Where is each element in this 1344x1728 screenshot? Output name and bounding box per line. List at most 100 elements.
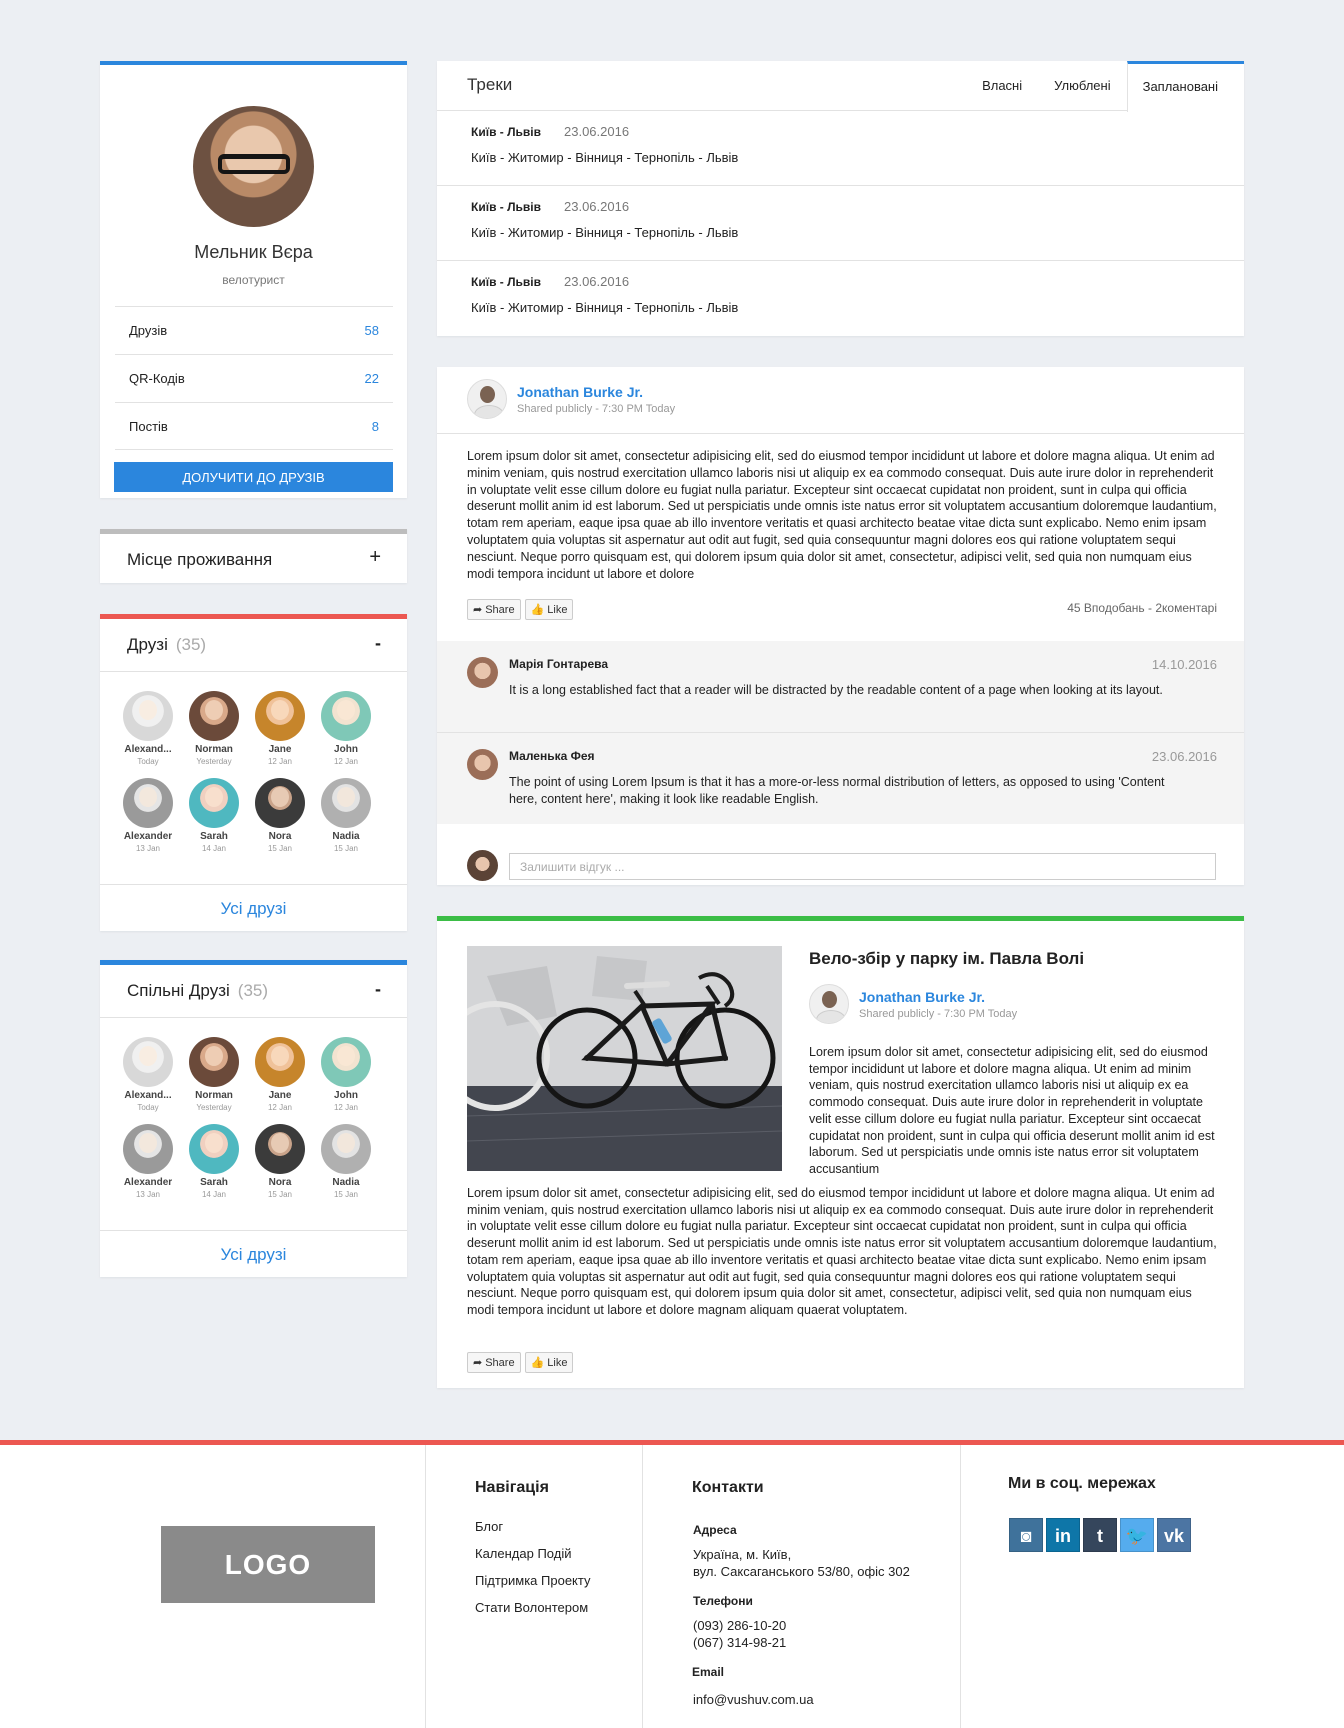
track-item[interactable]: Київ - Львів 23.06.2016 Київ - Житомир -… bbox=[437, 261, 1244, 336]
author-avatar[interactable] bbox=[809, 984, 849, 1024]
author-name[interactable]: Jonathan Burke Jr. bbox=[859, 989, 1017, 1005]
comment: Марія Гонтарева 14.10.2016 It is a long … bbox=[437, 641, 1244, 733]
author-avatar[interactable] bbox=[467, 379, 507, 419]
friend-avatar[interactable] bbox=[255, 1037, 305, 1087]
friend-item[interactable]: Nadia 15 Jan bbox=[313, 1124, 379, 1199]
bicycle-photo[interactable] bbox=[467, 946, 782, 1171]
comment-input[interactable] bbox=[509, 853, 1216, 880]
nav-link-volunteer[interactable]: Стати Волонтером bbox=[475, 1600, 590, 1627]
share-button[interactable]: ➦ Share bbox=[467, 1352, 521, 1373]
commenter-avatar[interactable] bbox=[467, 657, 498, 688]
tab-own[interactable]: Власні bbox=[966, 61, 1038, 111]
friend-name: Alexand... bbox=[124, 744, 172, 755]
friend-item[interactable]: Sarah 14 Jan bbox=[181, 1124, 247, 1199]
logo[interactable]: LOGO bbox=[161, 1526, 375, 1603]
tumblr-icon[interactable]: t bbox=[1083, 1518, 1117, 1552]
nav-link-support[interactable]: Підтримка Проекту bbox=[475, 1573, 590, 1600]
profile-avatar[interactable] bbox=[193, 106, 314, 227]
divider bbox=[437, 433, 1244, 434]
friend-avatar[interactable] bbox=[189, 778, 239, 828]
collapse-minus-icon[interactable]: - bbox=[375, 979, 381, 1000]
stat-qr-codes[interactable]: QR-Кодів 22 bbox=[115, 354, 393, 402]
friend-date: 12 Jan bbox=[333, 1103, 359, 1112]
friends-count: (35) bbox=[175, 635, 207, 654]
friend-item[interactable]: Alexand... Today bbox=[115, 1037, 181, 1112]
friend-avatar[interactable] bbox=[123, 1124, 173, 1174]
location-card[interactable]: Місце проживання + bbox=[100, 529, 407, 583]
friend-avatar[interactable] bbox=[321, 691, 371, 741]
friend-item[interactable]: Alexander 13 Jan bbox=[115, 1124, 181, 1199]
friend-date: 15 Jan bbox=[267, 844, 293, 853]
all-common-friends-link[interactable]: Усі друзі bbox=[100, 1230, 407, 1277]
add-friend-button[interactable]: ДОЛУЧИТИ ДО ДРУЗІВ bbox=[114, 462, 393, 492]
event-title[interactable]: Вело-збір у парку ім. Павла Волі bbox=[809, 949, 1084, 969]
share-button[interactable]: ➦ Share bbox=[467, 599, 521, 620]
track-item[interactable]: Київ - Львів 23.06.2016 Київ - Житомир -… bbox=[437, 186, 1244, 261]
friend-date: 12 Jan bbox=[267, 1103, 293, 1112]
friend-name: Nadia bbox=[332, 831, 360, 842]
friend-item[interactable]: John 12 Jan bbox=[313, 691, 379, 766]
phone2[interactable]: (067) 314-98-21 bbox=[693, 1634, 786, 1651]
friend-avatar[interactable] bbox=[321, 1037, 371, 1087]
like-button[interactable]: 👍 Like bbox=[524, 1352, 574, 1373]
friend-avatar[interactable] bbox=[123, 1037, 173, 1087]
like-button[interactable]: 👍 Like bbox=[524, 599, 574, 620]
friend-avatar[interactable] bbox=[189, 1124, 239, 1174]
event-post-card: Вело-збір у парку ім. Павла Волі Jonatha… bbox=[437, 916, 1244, 1388]
contacts-title: Контакти bbox=[692, 1479, 764, 1496]
friend-item[interactable]: Norman Yesterday bbox=[181, 691, 247, 766]
expand-plus-icon[interactable]: + bbox=[369, 546, 381, 569]
phone1[interactable]: (093) 286-10-20 bbox=[693, 1617, 786, 1634]
friend-item[interactable]: Alexand... Today bbox=[115, 691, 181, 766]
friend-avatar[interactable] bbox=[189, 1037, 239, 1087]
author-name[interactable]: Jonathan Burke Jr. bbox=[517, 384, 675, 400]
commenter-avatar[interactable] bbox=[467, 749, 498, 780]
commenter-name[interactable]: Марія Гонтарева bbox=[509, 657, 608, 671]
friend-item[interactable]: Jane 12 Jan bbox=[247, 1037, 313, 1112]
share-label: Share bbox=[485, 603, 515, 616]
friend-item[interactable]: Norman Yesterday bbox=[181, 1037, 247, 1112]
friend-name: John bbox=[334, 1090, 358, 1101]
vk-icon[interactable]: vk bbox=[1157, 1518, 1191, 1552]
friend-avatar[interactable] bbox=[321, 778, 371, 828]
divider bbox=[960, 1445, 961, 1728]
friend-item[interactable]: Jane 12 Jan bbox=[247, 691, 313, 766]
nav-title: Навігація bbox=[475, 1479, 549, 1496]
friend-date: Today bbox=[137, 1103, 159, 1112]
nav-link-blog[interactable]: Блог bbox=[475, 1519, 590, 1546]
share-icon: ➦ bbox=[473, 1357, 483, 1369]
collapse-minus-icon[interactable]: - bbox=[375, 633, 381, 654]
friend-item[interactable]: Nora 15 Jan bbox=[247, 778, 313, 853]
share-icon: ➦ bbox=[473, 604, 483, 616]
track-item[interactable]: Київ - Львів 23.06.2016 Київ - Житомир -… bbox=[437, 111, 1244, 186]
friend-item[interactable]: Sarah 14 Jan bbox=[181, 778, 247, 853]
friend-avatar[interactable] bbox=[189, 691, 239, 741]
friend-avatar[interactable] bbox=[123, 691, 173, 741]
friend-item[interactable]: Nora 15 Jan bbox=[247, 1124, 313, 1199]
friend-avatar[interactable] bbox=[255, 1124, 305, 1174]
commenter-name[interactable]: Маленька Фея bbox=[509, 749, 595, 763]
friend-avatar[interactable] bbox=[255, 778, 305, 828]
address-label: Адреса bbox=[693, 1523, 737, 1537]
friend-avatar[interactable] bbox=[123, 778, 173, 828]
instagram-icon[interactable]: ◙ bbox=[1009, 1518, 1043, 1552]
linkedin-icon[interactable]: in bbox=[1046, 1518, 1080, 1552]
stat-friends[interactable]: Друзів 58 bbox=[115, 306, 393, 354]
email-label: Email bbox=[692, 1665, 725, 1679]
tab-favorites[interactable]: Улюблені bbox=[1038, 61, 1126, 111]
track-date: 23.06.2016 bbox=[564, 199, 630, 214]
twitter-icon[interactable]: 🐦 bbox=[1120, 1518, 1154, 1552]
friend-date: 15 Jan bbox=[333, 1190, 359, 1199]
all-friends-link[interactable]: Усі друзі bbox=[100, 884, 407, 931]
friend-name: Norman bbox=[195, 744, 233, 755]
friend-avatar[interactable] bbox=[321, 1124, 371, 1174]
stat-posts[interactable]: Постів 8 bbox=[115, 402, 393, 450]
email-link[interactable]: info@vushuv.com.ua bbox=[693, 1691, 814, 1708]
friend-avatar[interactable] bbox=[255, 691, 305, 741]
tracks-header: Треки Власні Улюблені Заплановані bbox=[437, 61, 1244, 112]
friend-item[interactable]: Alexander 13 Jan bbox=[115, 778, 181, 853]
tab-planned[interactable]: Заплановані bbox=[1126, 61, 1244, 112]
friend-item[interactable]: Nadia 15 Jan bbox=[313, 778, 379, 853]
nav-link-calendar[interactable]: Календар Подій bbox=[475, 1546, 590, 1573]
friend-item[interactable]: John 12 Jan bbox=[313, 1037, 379, 1112]
